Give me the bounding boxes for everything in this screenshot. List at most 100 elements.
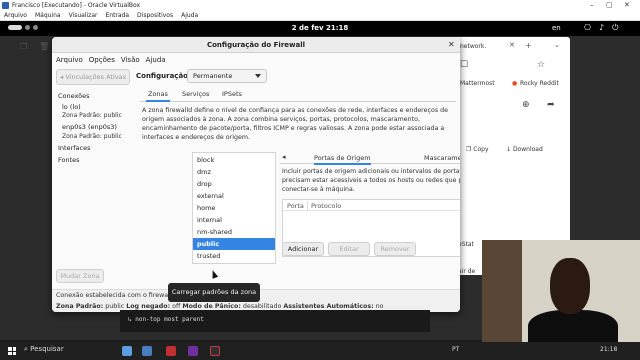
share-icon[interactable]: ➦ [547, 100, 555, 110]
page-icon: ☐ [460, 60, 469, 70]
network-icon: ⎔ [584, 23, 591, 32]
tabs-left-arrow-icon[interactable]: ◂ [282, 153, 286, 161]
main-panel: Configuração: Permanente Zonas Serviços … [136, 66, 460, 304]
change-zone-button[interactable]: Mudar Zona [56, 269, 104, 283]
menu-opcoes[interactable]: Opções [89, 56, 115, 64]
log-denied-value: off [172, 303, 181, 310]
connections-label[interactable]: Conexões [58, 92, 90, 100]
tab-servicos[interactable]: Serviços [180, 90, 211, 98]
download-button[interactable]: ↓ Download [506, 146, 543, 153]
webcam-background-door [482, 240, 522, 342]
connection-enp0s3-zone: Zona Padrão: public [62, 133, 122, 140]
clock[interactable]: 2 de fev 21:18 [0, 24, 640, 32]
zone-item[interactable]: external [193, 190, 275, 202]
zone-item[interactable]: block [193, 154, 275, 166]
bookmark-mattermost[interactable]: Mattermost [460, 80, 495, 87]
menu-arquivo[interactable]: Arquivo [4, 12, 27, 19]
zone-item[interactable]: internal [193, 214, 275, 226]
connection-lo[interactable]: lo (lo) [62, 103, 81, 111]
zone-description: A zona firewalld define o nível de confi… [142, 107, 448, 141]
connection-status: Conexão estabelecida com o firewall. [56, 292, 174, 299]
vbox-window-title: Francisco [Executando] - Oracle VirtualB… [12, 2, 141, 9]
column-porta[interactable]: Porta [287, 202, 304, 210]
menu-dispositivos[interactable]: Dispositivos [137, 12, 173, 19]
windows-start-icon[interactable] [8, 347, 16, 355]
close-icon[interactable]: ✕ [448, 40, 455, 49]
taskbar-app-icon[interactable] [142, 346, 152, 356]
connection-enp0s3[interactable]: enp0s3 (enp0s3) [62, 123, 117, 131]
sources-label[interactable]: Fontes [58, 156, 80, 164]
tab-list-icon[interactable]: ⌄ [554, 41, 560, 49]
gnome-top-bar: 2 de fev 21:18 en ⎔ ♪ ⏻ [0, 21, 640, 36]
panic-mode-label: Modo de Pânico: [182, 303, 241, 310]
tab-close-icon[interactable]: ✕ [509, 41, 515, 49]
taskbar-app-icon[interactable] [210, 346, 220, 356]
add-port-button[interactable]: Adicionar [282, 242, 324, 256]
active-bindings-button[interactable]: ◂ Vinculações Ativas [56, 69, 130, 85]
browser-tab-title[interactable]: network. [460, 43, 486, 50]
remove-port-button[interactable]: Remover [374, 242, 416, 256]
taskbar-app-icon[interactable] [122, 346, 132, 356]
add-circle-icon[interactable]: ⊕ [522, 100, 530, 110]
download-label: Download [512, 146, 543, 153]
menu-ajuda[interactable]: Ajuda [181, 12, 198, 19]
menu-maquina[interactable]: Máquina [35, 12, 61, 19]
zone-item-selected[interactable]: public [193, 238, 275, 250]
minimize-button[interactable]: – [590, 1, 594, 9]
zone-item[interactable]: nm-shared [193, 226, 275, 238]
default-zone-label: Zona Padrão: [56, 303, 104, 310]
zone-settings-tabs: ◂ Portas de Origem Mascaramento ▸ [280, 152, 460, 165]
auto-helpers-value: no [375, 303, 384, 310]
tab-source-ports[interactable]: Portas de Origem [314, 154, 371, 165]
language-indicator[interactable]: PT [452, 346, 459, 353]
column-protocolo[interactable]: Protocolo [311, 202, 341, 210]
new-tab-icon[interactable]: + [525, 41, 532, 50]
menu-visualizar[interactable]: Visualizar [69, 12, 98, 19]
taskbar-app-icon[interactable] [166, 346, 176, 356]
terminal-line: ↳ non-top most parent [128, 316, 204, 323]
panic-mode-value: desabilitado [242, 303, 282, 310]
configuration-select[interactable]: Permanente [187, 69, 267, 83]
taskbar-clock[interactable]: 21:18 [600, 346, 617, 353]
configuration-label: Configuração: [136, 72, 191, 80]
tab-masquerade[interactable]: Mascaramento [424, 154, 460, 162]
zone-list[interactable]: block dmz drop external home internal nm… [192, 152, 276, 264]
maximize-button[interactable]: ▢ [606, 1, 613, 9]
edit-port-button[interactable]: Editar [328, 242, 370, 256]
browser-text-fragment-2: air de [458, 268, 476, 275]
volume-icon: ♪ [598, 23, 605, 32]
firewall-config-window: Configuração do Firewall ✕ Arquivo Opçõe… [52, 37, 460, 312]
zone-item[interactable]: dmz [193, 166, 275, 178]
star-icon[interactable]: ☆ [537, 60, 545, 70]
bookmark-rocky-reddit[interactable]: Rocky Reddit [520, 80, 559, 87]
tab-zonas[interactable]: Zonas [146, 90, 170, 102]
tab-ipsets[interactable]: IPSets [220, 90, 244, 98]
tooltip: Carregar padrões da zona [168, 283, 260, 302]
copy-label: Copy [473, 146, 489, 153]
webcam-person [528, 310, 618, 342]
zone-item[interactable]: home [193, 202, 275, 214]
copy-button[interactable]: ❐ Copy [466, 146, 489, 153]
menu-ajuda[interactable]: Ajuda [146, 56, 166, 64]
windows-taskbar: ⌕ Pesquisar PT 21:18 [0, 342, 640, 360]
copy-icon: ❐ [20, 42, 28, 51]
close-button[interactable]: ✕ [624, 1, 630, 9]
webcam-overlay [482, 240, 640, 342]
webcam-person-head [550, 258, 590, 314]
system-tray[interactable]: ⎔ ♪ ⏻ [584, 23, 618, 33]
interfaces-label[interactable]: Interfaces [58, 144, 91, 152]
trash-icon: 🗑 [39, 42, 50, 51]
menu-visao[interactable]: Visão [121, 56, 140, 64]
keyboard-layout[interactable]: en [552, 24, 561, 32]
taskbar-search[interactable]: ⌕ Pesquisar [24, 345, 64, 354]
taskbar-app-icon[interactable] [188, 346, 198, 356]
browser-text-fragment: eStat [458, 241, 474, 248]
zone-item[interactable]: trusted [193, 250, 275, 262]
taskbar-search-label: Pesquisar [30, 345, 64, 353]
zone-item[interactable]: drop [193, 178, 275, 190]
firewall-menu-bar: Arquivo Opções Visão Ajuda [52, 53, 460, 66]
power-icon: ⏻ [612, 23, 619, 32]
menu-entrada[interactable]: Entrada [105, 12, 129, 19]
menu-arquivo[interactable]: Arquivo [56, 56, 83, 64]
terminal-fragment: ↳ non-top most parent [120, 310, 430, 332]
